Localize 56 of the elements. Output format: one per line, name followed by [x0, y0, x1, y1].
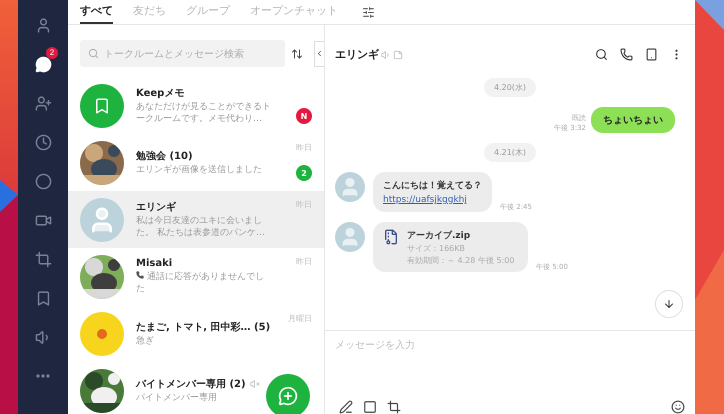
- more-icon: [36, 374, 50, 378]
- avatar-placeholder: [335, 172, 365, 202]
- message-preview: あなただけが見ることができるトークルームです。メモ代わり…: [136, 102, 272, 126]
- chat-name: エリンギ: [136, 200, 176, 214]
- chat-time: 月曜日: [288, 313, 312, 324]
- circle-icon: [34, 172, 52, 190]
- square-icon[interactable]: [363, 400, 377, 414]
- message-preview: 通話に応答がありませんでした: [136, 270, 265, 296]
- message-preview: 急ぎ: [136, 336, 155, 348]
- bookmark-icon: [93, 96, 111, 114]
- unread-badge: N: [296, 108, 312, 124]
- chat-icon: [34, 56, 52, 72]
- date-label: 4.20(水): [484, 78, 536, 97]
- file-expiry: 有効期間：～ 4.28 午後 5:00: [407, 256, 516, 266]
- chat-name: Misaki: [136, 258, 172, 269]
- avatar-placeholder: [335, 222, 365, 252]
- sent-message: ちょいちょい: [591, 107, 675, 133]
- speaker-icon: [381, 50, 391, 60]
- scroll-down-button[interactable]: [655, 290, 683, 318]
- chat-name: バイトメンバー専用 (2): [136, 378, 246, 391]
- unread-badge: 2: [46, 47, 58, 59]
- message-link[interactable]: https://uafsjkggkhj: [383, 195, 482, 205]
- chat-name: 勉強会 (10): [136, 150, 193, 163]
- chat-name: たまご, トマト, 田中彩… (5): [136, 320, 270, 334]
- chat-time: 昨日: [296, 256, 312, 267]
- new-chat-icon: [278, 386, 298, 406]
- arrow-down-icon: [663, 298, 675, 310]
- message-preview: 私は今日友達のユキに会いました。 私たちは表参道のパンケ…: [136, 216, 266, 240]
- clock-icon: [34, 134, 52, 150]
- chat-title: エリンギ: [335, 47, 379, 62]
- crop-icon[interactable]: [387, 400, 401, 414]
- message-preview: バイトメンバー専用: [136, 392, 218, 404]
- chevron-left-icon: [315, 49, 324, 58]
- phone-icon[interactable]: [620, 48, 633, 61]
- sort-button[interactable]: [291, 48, 303, 60]
- smile-icon[interactable]: [671, 400, 685, 414]
- note-icon: [393, 50, 403, 60]
- crop-icon: [34, 250, 52, 268]
- pen-icon[interactable]: [339, 400, 353, 414]
- message-preview: エリンギが画像を送信しました: [136, 164, 263, 176]
- unread-badge: 2: [296, 165, 312, 181]
- file-bubble[interactable]: アーカイブ.zip サイズ：166KB 有効期間：～ 4.28 午後 5:00: [373, 222, 528, 272]
- search-placeholder: トークルームとメッセージ検索: [104, 48, 244, 60]
- sort-arrows-icon: [291, 48, 303, 60]
- search-icon[interactable]: [595, 48, 608, 61]
- message-text: こんにちは！覚えてる？: [383, 179, 482, 192]
- file-name: アーカイブ.zip: [407, 229, 472, 242]
- chat-name: Keepメモ: [136, 86, 184, 100]
- add-person-icon: [34, 94, 52, 112]
- file-size: サイズ：166KB: [407, 244, 466, 254]
- chat-time: 昨日: [296, 142, 312, 153]
- filter-tab[interactable]: すべて: [80, 0, 113, 24]
- zip-file-icon: [383, 229, 399, 245]
- date-label: 4.21(木): [484, 143, 536, 162]
- search-icon: [88, 48, 99, 59]
- tablet-icon[interactable]: [645, 48, 658, 61]
